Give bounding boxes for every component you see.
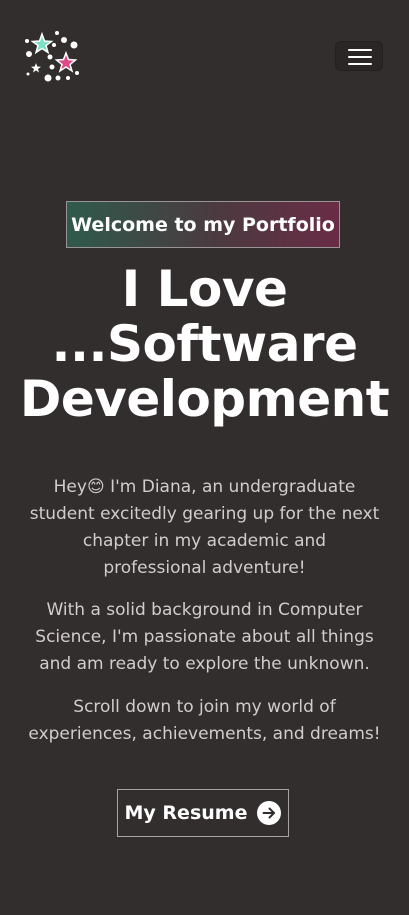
welcome-badge: Welcome to my Portfolio xyxy=(66,201,340,248)
intro-text: I'm Diana, an undergraduate xyxy=(104,477,356,497)
intro-line: professional adventure! xyxy=(103,558,306,578)
stars-logo-icon[interactable] xyxy=(24,28,82,86)
resume-button-label: My Resume xyxy=(124,802,248,824)
intro-line: chapter in my academic and xyxy=(82,531,327,551)
hamburger-menu-icon xyxy=(348,49,372,51)
background-paragraph: With a solid background in Computer Scie… xyxy=(8,597,401,678)
menu-toggle-button[interactable] xyxy=(335,41,383,71)
hamburger-menu-bar xyxy=(348,63,372,65)
headline-line: I Love xyxy=(121,260,288,318)
headline-line: ...Software xyxy=(51,315,359,373)
hero-headline: I Love ...Software Development xyxy=(0,262,409,427)
background-line: Science, I'm passionate about all things xyxy=(35,627,374,647)
smiley-emoji-icon: 😊 xyxy=(86,477,105,497)
scroll-line: experiences, achievements, and dreams! xyxy=(28,724,381,744)
headline-line: Development xyxy=(19,370,390,428)
intro-line: Hey😊 I'm Diana, an undergraduate xyxy=(8,474,401,501)
resume-button[interactable]: My Resume xyxy=(117,789,289,837)
hamburger-menu-bar xyxy=(348,56,372,58)
scroll-paragraph: Scroll down to join my world of experien… xyxy=(8,694,401,748)
intro-hey: Hey xyxy=(53,477,87,497)
background-line: and am ready to explore the unknown. xyxy=(39,654,370,674)
intro-line: student excitedly gearing up for the nex… xyxy=(29,504,380,524)
scroll-line: Scroll down to join my world of xyxy=(73,697,336,717)
background-line: With a solid background in Computer xyxy=(46,600,363,620)
intro-paragraph: Hey😊 I'm Diana, an undergraduate student… xyxy=(8,474,401,582)
page: Welcome to my Portfolio I Love ...Softwa… xyxy=(0,0,409,915)
arrow-right-circle-icon xyxy=(257,801,282,825)
